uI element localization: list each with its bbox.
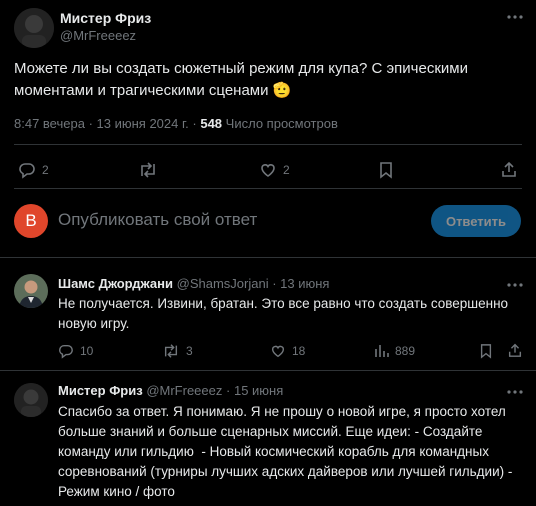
views-label: Число просмотров: [225, 116, 338, 131]
reply-text-line: соревнований (турниры лучших адских дайв…: [58, 464, 513, 479]
more-options-icon[interactable]: [506, 10, 524, 24]
views-count: 548: [200, 116, 223, 131]
separator-dot: ·: [88, 116, 93, 131]
reply-text-line: Не получается. Извини, братан. Это все р…: [58, 296, 509, 311]
author-name[interactable]: Мистер Фриз: [60, 10, 151, 26]
divider: [14, 188, 522, 189]
reply-author-handle[interactable]: @MrFreeeez: [146, 383, 222, 398]
tweet-text-line: Можете ли вы создать сюжетный режим для …: [14, 60, 468, 77]
more-options-icon[interactable]: [506, 385, 524, 399]
reply-author-name[interactable]: Мистер Фриз: [58, 383, 143, 398]
reply-date[interactable]: 15 июня: [234, 383, 283, 398]
reply-date[interactable]: 13 июня: [280, 276, 329, 291]
reply-text-line: больше знаний и больше сценарных миссий.…: [58, 424, 483, 439]
divider: [0, 257, 536, 258]
bookmark-icon: [380, 162, 392, 179]
like-count: 18: [292, 344, 306, 358]
author-avatar[interactable]: [14, 8, 54, 48]
separator-dot: ·: [192, 116, 197, 131]
reply-author-name[interactable]: Шамс Джорджани: [58, 276, 173, 291]
heart-icon: [261, 164, 275, 177]
like-count: 2: [283, 163, 290, 177]
share-icon: [508, 343, 522, 357]
retweet-button[interactable]: 3: [162, 343, 193, 359]
bookmark-icon: [480, 344, 492, 359]
reply-text-line: Режим кино / фото: [58, 484, 175, 499]
like-button[interactable]: 18: [270, 343, 305, 359]
tweet-date[interactable]: 13 июня 2024 г.: [97, 116, 189, 131]
divider: [14, 144, 522, 145]
reply-author-handle[interactable]: @ShamsJorjani: [177, 276, 269, 291]
share-button[interactable]: [507, 342, 523, 358]
reply-text-line: Спасибо за ответ. Я понимаю. Я не прошу …: [58, 404, 506, 419]
reply-text: Спасибо за ответ. Я понимаю. Я не прошу …: [58, 402, 530, 502]
reply-submit-button[interactable]: Ответить: [431, 205, 521, 237]
more-options-icon[interactable]: [506, 278, 524, 292]
share-icon: [502, 161, 516, 177]
user-avatar[interactable]: B: [14, 204, 48, 238]
divider: [0, 370, 536, 371]
retweet-button[interactable]: [138, 161, 158, 179]
avatar-letter: B: [25, 211, 37, 230]
reply-button[interactable]: 10: [58, 343, 93, 359]
views-button[interactable]: 889: [373, 343, 415, 359]
retweet-icon: [164, 344, 178, 358]
share-button[interactable]: [500, 160, 518, 178]
reply-author-avatar[interactable]: [14, 274, 48, 308]
views-count: 889: [395, 344, 416, 358]
reply-text: Не получается. Извини, братан. Это все р…: [58, 294, 528, 334]
retweet-icon: [141, 162, 155, 178]
tweet-time[interactable]: 8:47 вечера: [14, 116, 85, 131]
reply-header: Шамс Джорджани @ShamsJorjani · 13 июня: [58, 276, 329, 291]
reply-header: Мистер Фриз @MrFreeeez · 15 июня: [58, 383, 283, 398]
reply-input[interactable]: Опубликовать свой ответ: [58, 210, 257, 230]
salute-emoji: 🫡: [272, 82, 292, 99]
retweet-count: 3: [186, 344, 193, 358]
reply-count: 10: [80, 344, 94, 358]
views-chart-icon: [375, 345, 389, 357]
heart-icon: [271, 345, 285, 358]
separator-dot: ·: [226, 383, 231, 398]
tweet-meta: 8:47 вечера · 13 июня 2024 г. · 548 Числ…: [14, 116, 338, 131]
separator-dot: ·: [272, 276, 277, 291]
author-handle[interactable]: @MrFreeeez: [60, 28, 136, 43]
reply-icon: [19, 163, 35, 179]
reply-count: 2: [42, 163, 49, 177]
tweet-text-line: моментами и трагическими сценами: [14, 82, 269, 99]
reply-text-line: новую игру.: [58, 316, 130, 331]
reply-icon: [59, 344, 73, 359]
tweet-text: Можете ли вы создать сюжетный режим для …: [14, 58, 530, 102]
reply-button[interactable]: 2: [18, 161, 49, 179]
bookmark-button[interactable]: [378, 161, 394, 179]
reply-text-line: команду или гильдию - Новый космический …: [58, 444, 489, 459]
reply-author-avatar[interactable]: [14, 383, 48, 417]
bookmark-button[interactable]: [479, 343, 493, 359]
like-button[interactable]: 2: [259, 161, 290, 179]
